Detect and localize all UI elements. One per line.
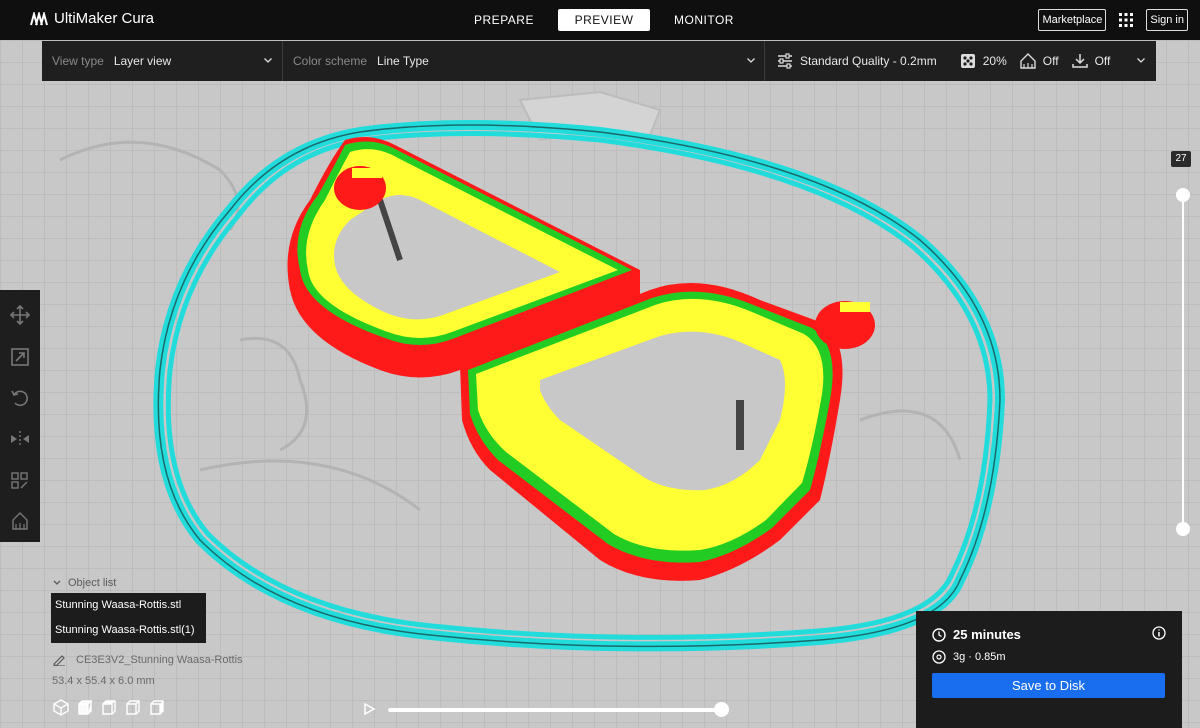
adhesion-value: Off	[1094, 54, 1111, 68]
print-time-row: 25 minutes	[932, 627, 1021, 642]
object-list-header[interactable]: Object list	[52, 577, 116, 589]
camera-view-buttons	[52, 698, 166, 716]
per-model-settings-icon[interactable]	[9, 470, 31, 492]
adhesion-icon	[1071, 54, 1088, 68]
simulation-slider-track[interactable]	[388, 708, 722, 712]
apps-grid-icon[interactable]	[1118, 12, 1134, 28]
object-list-title: Object list	[68, 577, 117, 589]
layer-slider-top-handle[interactable]	[1176, 188, 1190, 202]
list-item[interactable]: Stunning Waasa-Rottis.stl(1)	[51, 618, 206, 643]
support-value: Off	[1042, 54, 1059, 68]
chevron-down-icon[interactable]	[262, 54, 274, 66]
top-bar: UltiMaker Cura PREPARE PREVIEW MONITOR M…	[0, 0, 1200, 40]
scale-icon[interactable]	[9, 346, 31, 368]
print-settings-summary[interactable]: Standard Quality - 0.2mm 20% Off Off	[776, 41, 1122, 81]
infill-value: 20%	[982, 54, 1007, 68]
toolbar-divider	[282, 41, 283, 81]
material-usage: 3g · 0.85m	[953, 651, 1006, 663]
print-estimate-panel: 25 minutes 3g · 0.85m Save to Disk	[916, 611, 1182, 728]
info-icon[interactable]	[1152, 626, 1166, 640]
settings-sliders-icon	[778, 53, 792, 69]
view-type-label: View type	[52, 54, 104, 68]
spool-icon	[932, 650, 946, 664]
color-scheme-selector[interactable]: Color scheme Line Type	[293, 41, 429, 81]
simulation-slider-handle[interactable]	[714, 702, 729, 717]
tab-preview[interactable]: PREVIEW	[558, 9, 650, 31]
left-toolbar	[0, 290, 40, 542]
print-time: 25 minutes	[953, 627, 1021, 642]
view-3d-icon[interactable]	[52, 698, 70, 716]
list-item[interactable]: Stunning Waasa-Rottis.stl	[51, 593, 206, 618]
color-scheme-value: Line Type	[377, 54, 429, 68]
move-icon[interactable]	[9, 304, 31, 326]
rotate-icon[interactable]	[9, 387, 31, 409]
quality-value: Standard Quality - 0.2mm	[800, 54, 937, 68]
infill-item: 20%	[959, 52, 1007, 70]
support-icon	[1020, 53, 1036, 69]
view-type-value: Layer view	[113, 54, 172, 68]
support-item: Off	[1019, 52, 1059, 70]
chevron-down-icon[interactable]	[1135, 54, 1147, 66]
view-top-icon[interactable]	[100, 698, 118, 716]
support-blocker-icon[interactable]	[9, 510, 31, 532]
material-usage-row: 3g · 0.85m	[932, 650, 1006, 664]
object-list: Stunning Waasa-Rottis.stl Stunning Waasa…	[51, 593, 206, 643]
app-name: UltiMaker Cura	[54, 10, 155, 27]
color-scheme-label: Color scheme	[293, 54, 368, 68]
view-right-icon[interactable]	[148, 698, 166, 716]
layer-number-badge: 27	[1171, 151, 1191, 167]
marketplace-button[interactable]: Marketplace	[1038, 9, 1107, 31]
layer-slider-bottom-handle[interactable]	[1176, 522, 1190, 536]
view-toolbar: View type Layer view Color scheme Line T…	[42, 41, 1156, 81]
object-name: CE3E3V2_Stunning Waasa-Rottis	[76, 654, 243, 666]
chevron-down-icon[interactable]	[745, 54, 757, 66]
app-logo: UltiMaker Cura	[30, 10, 154, 27]
adhesion-item: Off	[1071, 52, 1111, 70]
object-dimensions: 53.4 x 55.4 x 6.0 mm	[52, 675, 155, 687]
pencil-icon[interactable]	[52, 654, 66, 666]
mirror-icon[interactable]	[9, 428, 31, 450]
clock-icon	[932, 627, 946, 642]
quality-item: Standard Quality - 0.2mm	[776, 52, 937, 70]
toolbar-divider	[764, 41, 765, 81]
chevron-down-icon	[53, 580, 61, 585]
view-type-selector[interactable]: View type Layer view	[52, 41, 171, 81]
stage-tabs: PREPARE PREVIEW MONITOR	[458, 9, 750, 31]
tab-prepare[interactable]: PREPARE	[458, 9, 550, 31]
view-left-icon[interactable]	[124, 698, 142, 716]
viewport-3d[interactable]: 27 Object list Stunning Waasa-Rottis.stl…	[0, 40, 1200, 728]
logo-icon	[30, 11, 48, 25]
layer-slider[interactable]	[1172, 175, 1194, 555]
view-front-icon[interactable]	[76, 698, 94, 716]
tab-monitor[interactable]: MONITOR	[658, 9, 750, 31]
play-icon[interactable]	[362, 702, 376, 716]
object-name-row[interactable]: CE3E3V2_Stunning Waasa-Rottis	[52, 654, 243, 666]
infill-icon	[960, 54, 975, 68]
save-to-disk-button[interactable]: Save to Disk	[932, 673, 1165, 698]
sign-in-button[interactable]: Sign in	[1146, 9, 1188, 31]
